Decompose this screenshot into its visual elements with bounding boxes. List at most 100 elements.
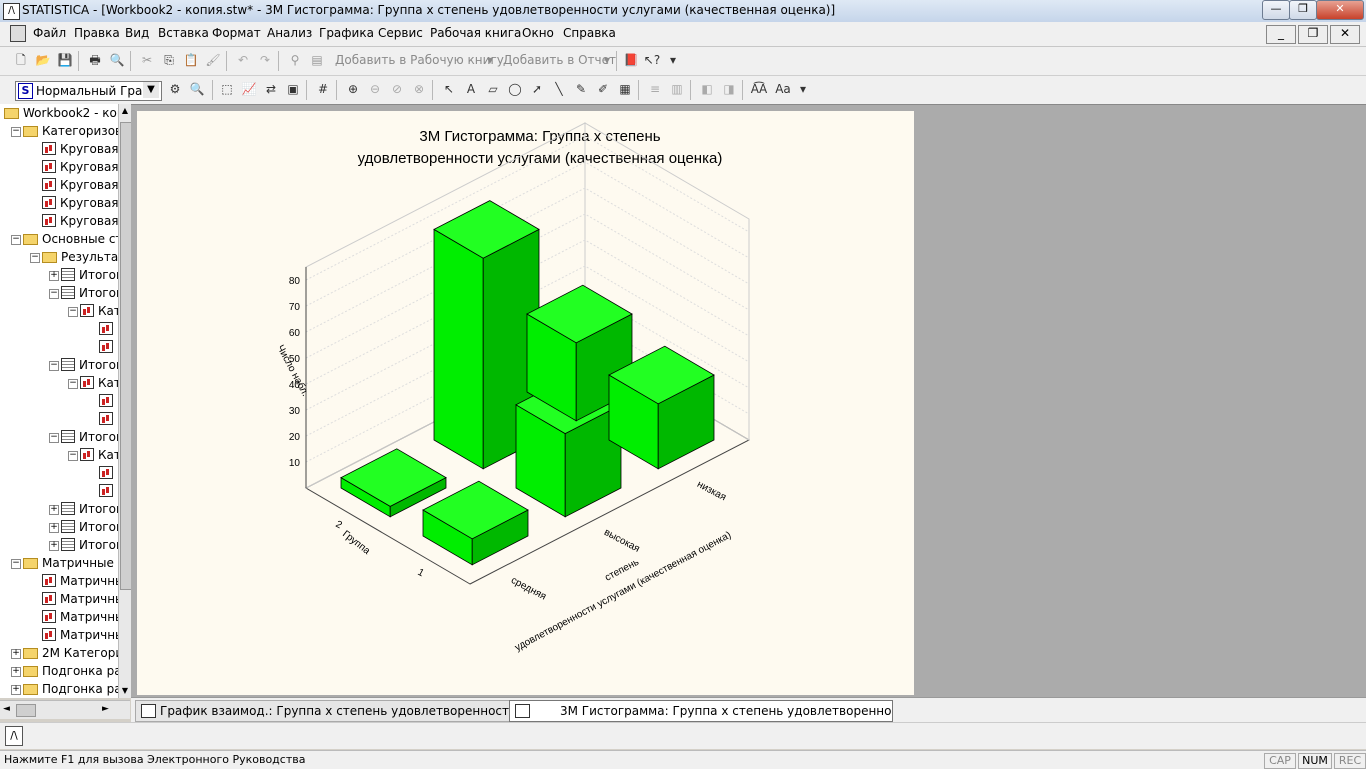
tree-item[interactable]: Катег: [80, 374, 118, 392]
chevron-down-icon[interactable]: ▾: [794, 80, 812, 98]
workbook-icon[interactable]: ▤: [308, 51, 326, 69]
draw-line-icon[interactable]: ╲: [550, 80, 568, 98]
menu-window[interactable]: Окно: [522, 26, 554, 40]
collapse-icon[interactable]: −: [11, 235, 21, 245]
menu-format[interactable]: Формат: [212, 26, 261, 40]
embed-icon[interactable]: ▦: [616, 80, 634, 98]
tree-item[interactable]: Круговая диаг: [42, 194, 118, 212]
hscroll-thumb[interactable]: [16, 704, 36, 717]
cut-icon[interactable]: ✂: [138, 51, 156, 69]
redo-icon[interactable]: ↷: [256, 51, 274, 69]
tree-item[interactable]: Итоговая: [61, 536, 118, 554]
menu-file[interactable]: Файл: [33, 26, 66, 40]
close-button[interactable]: ✕: [1316, 0, 1364, 20]
scroll-up-icon[interactable]: ▲: [120, 106, 130, 116]
statistica-icon[interactable]: /\: [5, 726, 23, 746]
tree-item[interactable]: [99, 392, 117, 410]
align-icon[interactable]: ≡: [646, 80, 664, 98]
tree-item[interactable]: Круговая диаг: [42, 176, 118, 194]
zoom-in-icon[interactable]: ⊕: [344, 80, 362, 98]
help-cursor-icon[interactable]: ↖?: [643, 51, 661, 69]
chart-area[interactable]: 3М Гистограмма: Группа x степень удовлет…: [137, 111, 914, 695]
zoom-cancel-icon[interactable]: ⊗: [410, 80, 428, 98]
graph-data-icon[interactable]: 📈: [240, 80, 258, 98]
new-icon[interactable]: 🗋: [12, 51, 30, 69]
paste-icon[interactable]: 📋: [182, 51, 200, 69]
tree-item[interactable]: Матричные гра: [23, 554, 118, 572]
collapse-icon[interactable]: −: [68, 379, 78, 389]
menu-insert[interactable]: Вставка: [158, 26, 209, 40]
minimize-button[interactable]: —: [1262, 0, 1290, 20]
point-select-icon[interactable]: ⬚: [218, 80, 236, 98]
menu-edit[interactable]: Правка: [74, 26, 120, 40]
tree-item[interactable]: Катег: [80, 302, 118, 320]
menu-help[interactable]: Справка: [563, 26, 616, 40]
binoculars-icon[interactable]: ⚲: [286, 51, 304, 69]
tree-item[interactable]: 2М Категоризо: [23, 644, 118, 662]
tree-item[interactable]: Подгонка расп: [23, 680, 118, 698]
tree-item[interactable]: Категоризованны: [23, 122, 118, 140]
add-to-report-button[interactable]: Добавить в Отчет: [503, 53, 616, 67]
copy-icon[interactable]: ⎘: [160, 51, 178, 69]
maximize-button[interactable]: ❐: [1289, 0, 1317, 20]
tree-item[interactable]: Основные статис: [23, 230, 118, 248]
tree-item[interactable]: Итоговая: [61, 518, 118, 536]
mdi-close-button[interactable]: ✕: [1330, 25, 1360, 44]
menu-analysis[interactable]: Анализ: [267, 26, 312, 40]
tree-item[interactable]: Матричный г: [42, 590, 118, 608]
statistica-icon[interactable]: /\: [3, 3, 20, 20]
tree-item[interactable]: Итоговая: [61, 284, 118, 302]
menu-workbook[interactable]: Рабочая книга: [430, 26, 521, 40]
tree-item[interactable]: Матричный г: [42, 608, 118, 626]
collapse-icon[interactable]: −: [11, 127, 21, 137]
pointer-icon[interactable]: ↖: [440, 80, 458, 98]
tree-item[interactable]: [99, 320, 117, 338]
collapse-icon[interactable]: −: [49, 433, 59, 443]
save-icon[interactable]: 💾: [56, 51, 74, 69]
expand-icon[interactable]: +: [11, 667, 21, 677]
tree-item[interactable]: [99, 482, 117, 500]
distribute-icon[interactable]: ▥: [668, 80, 686, 98]
font-larger-icon[interactable]: A͡A: [750, 80, 768, 98]
document-menu-icon[interactable]: [10, 25, 26, 42]
menu-view[interactable]: Вид: [125, 26, 149, 40]
zoom-graph-icon[interactable]: 🔍: [188, 80, 206, 98]
pen-icon[interactable]: ✐: [594, 80, 612, 98]
collapse-icon[interactable]: −: [30, 253, 40, 263]
tree-item[interactable]: Матричный г: [42, 572, 118, 590]
scroll-left-icon[interactable]: ◄: [3, 704, 10, 714]
grid-icon[interactable]: #: [314, 80, 332, 98]
tree-item[interactable]: Итоговая: [61, 356, 118, 374]
chevron-down-icon[interactable]: ▼: [143, 82, 159, 98]
tree-item[interactable]: Итоговая: [61, 266, 118, 284]
graph-brush-icon[interactable]: ⇄: [262, 80, 280, 98]
menu-tools[interactable]: Сервис: [378, 26, 423, 40]
collapse-icon[interactable]: −: [49, 361, 59, 371]
add-to-workbook-button[interactable]: Добавить в Рабочую книгу: [335, 53, 504, 67]
menu-graphics[interactable]: Графика: [319, 26, 374, 40]
mdi-restore-button[interactable]: ❐: [1298, 25, 1328, 44]
tree-item[interactable]: Катег: [80, 446, 118, 464]
tree-item[interactable]: Подгонка расп: [23, 662, 118, 680]
tree-item[interactable]: Итоговая: [61, 428, 118, 446]
mdi-minimize-button[interactable]: _: [1266, 25, 1296, 44]
graph-options-icon[interactable]: ⚙: [166, 80, 184, 98]
expand-icon[interactable]: +: [49, 271, 59, 281]
tree-item[interactable]: Результаты: [42, 248, 118, 266]
collapse-icon[interactable]: −: [11, 559, 21, 569]
tree-vertical-scrollbar[interactable]: ▲ ▼: [118, 104, 132, 698]
tree-item[interactable]: [99, 338, 117, 356]
tree-item[interactable]: [99, 464, 117, 482]
tab-interaction-plot[interactable]: График взаимод.: Группа x степень удовле…: [135, 700, 531, 722]
expand-icon[interactable]: +: [11, 649, 21, 659]
draw-rect-icon[interactable]: ▱: [484, 80, 502, 98]
draw-ellipse-icon[interactable]: ◯: [506, 80, 524, 98]
tree-item[interactable]: Круговая диаг: [42, 212, 118, 230]
draw-arrow-icon[interactable]: ➚: [528, 80, 546, 98]
zoom-out-icon[interactable]: ⊖: [366, 80, 384, 98]
expand-icon[interactable]: +: [49, 541, 59, 551]
scroll-right-icon[interactable]: ►: [102, 704, 109, 714]
scroll-down-icon[interactable]: ▼: [120, 686, 130, 696]
tab-3d-histogram[interactable]: 3М Гистограмма: Группа x степень удовлет…: [509, 700, 893, 722]
collapse-icon[interactable]: −: [49, 289, 59, 299]
